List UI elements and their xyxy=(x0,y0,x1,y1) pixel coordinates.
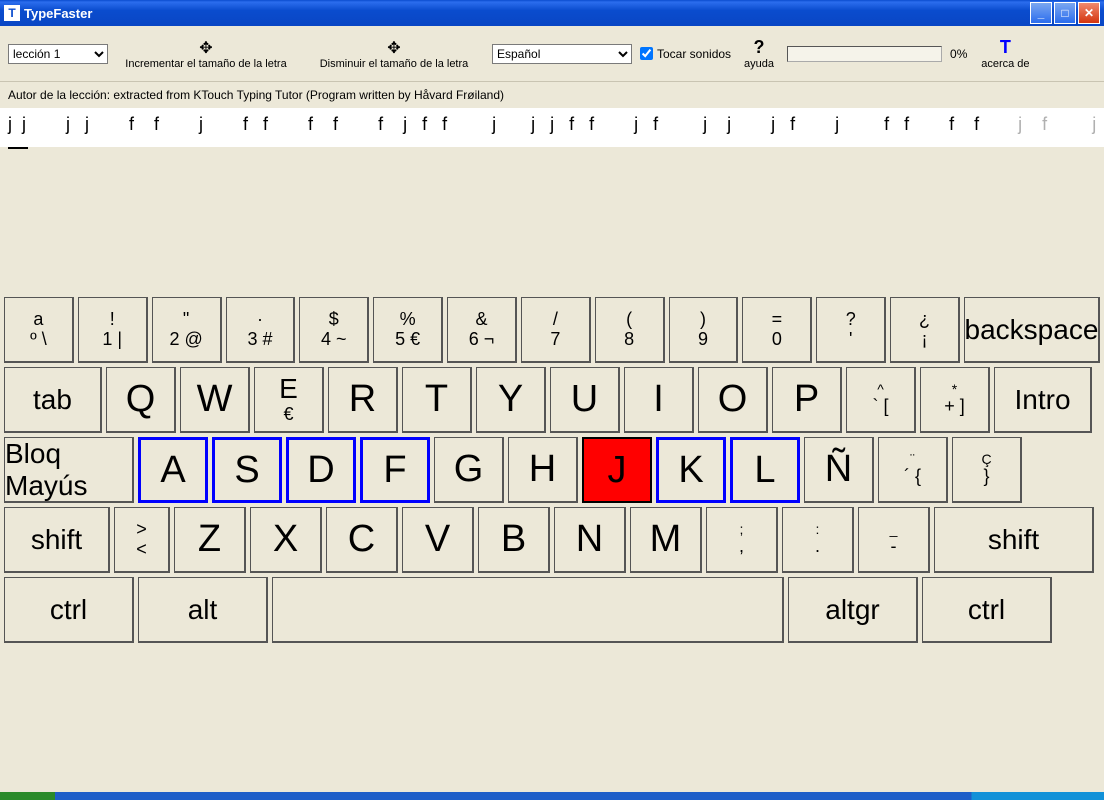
key-M[interactable]: M xyxy=(630,507,702,573)
key-D[interactable]: D xyxy=(286,437,356,503)
play-sounds-input[interactable] xyxy=(640,47,653,60)
key-Y[interactable]: Y xyxy=(476,367,546,433)
key-S[interactable]: S xyxy=(212,437,282,503)
key-num-1[interactable]: !1 | xyxy=(78,297,148,363)
key-shift-right[interactable]: shift xyxy=(934,507,1094,573)
taskbar[interactable] xyxy=(0,792,1104,800)
key-E[interactable]: E€ xyxy=(254,367,324,433)
virtual-keyboard: aº \!1 |"2 @·3 #$4 ~%5 €&6 ¬/7(8)9=0?'¿¡… xyxy=(0,297,1104,643)
key-G[interactable]: G xyxy=(434,437,504,503)
about-button[interactable]: T acerca de xyxy=(975,30,1035,78)
key-num-8[interactable]: (8 xyxy=(595,297,665,363)
progress-bar xyxy=(787,46,942,62)
key-num-4[interactable]: $4 ~ xyxy=(299,297,369,363)
lesson-select[interactable]: lección 1 xyxy=(8,44,108,64)
help-button[interactable]: ? ayuda xyxy=(739,30,779,78)
language-select[interactable]: Español xyxy=(492,44,632,64)
maximize-button[interactable]: □ xyxy=(1054,2,1076,24)
key-R[interactable]: R xyxy=(328,367,398,433)
key-O[interactable]: O xyxy=(698,367,768,433)
key-shift-left[interactable]: shift xyxy=(4,507,110,573)
lesson-author: Autor de la lección: extracted from KTou… xyxy=(0,82,1104,108)
key-num-11[interactable]: ?' xyxy=(816,297,886,363)
key-A[interactable]: A xyxy=(138,437,208,503)
key-H[interactable]: H xyxy=(508,437,578,503)
play-sounds-checkbox[interactable]: Tocar sonidos xyxy=(640,47,731,61)
key-num-12[interactable]: ¿¡ xyxy=(890,297,960,363)
key-enter[interactable]: Intro xyxy=(994,367,1092,433)
key-ctrl-left[interactable]: ctrl xyxy=(4,577,134,643)
key-N[interactable]: N xyxy=(554,507,626,573)
key-B[interactable]: B xyxy=(478,507,550,573)
key-I[interactable]: I xyxy=(624,367,694,433)
key-num-6[interactable]: &6 ¬ xyxy=(447,297,517,363)
key-X[interactable]: X xyxy=(250,507,322,573)
key-capslock[interactable]: Bloq Mayús xyxy=(4,437,134,503)
progress-percent: 0% xyxy=(950,47,967,61)
key-Z[interactable]: Z xyxy=(174,507,246,573)
key-cedilla[interactable]: Ç} xyxy=(952,437,1022,503)
toolbar: lección 1 ✥ Incrementar el tamaño de la … xyxy=(0,26,1104,82)
key-W[interactable]: W xyxy=(180,367,250,433)
key-num-10[interactable]: =0 xyxy=(742,297,812,363)
key-T[interactable]: T xyxy=(402,367,472,433)
titlebar: T TypeFaster _ □ ✕ xyxy=(0,0,1104,26)
decrease-font-button[interactable]: ✥ Disminuir el tamaño de la letra xyxy=(304,30,484,78)
key-F[interactable]: F xyxy=(360,437,430,503)
key-num-3[interactable]: ·3 # xyxy=(226,297,296,363)
key-K[interactable]: K xyxy=(656,437,726,503)
key-J[interactable]: J xyxy=(582,437,652,503)
key-period[interactable]: :. xyxy=(782,507,854,573)
help-icon: ? xyxy=(754,37,765,58)
key-Q[interactable]: Q xyxy=(106,367,176,433)
key-altgr[interactable]: altgr xyxy=(788,577,918,643)
increase-font-button[interactable]: ✥ Incrementar el tamaño de la letra xyxy=(116,30,296,78)
key-angle[interactable]: >< xyxy=(114,507,170,573)
key-accent[interactable]: ¨´ { xyxy=(878,437,948,503)
key-Ñ[interactable]: Ñ xyxy=(804,437,874,503)
key-num-2[interactable]: "2 @ xyxy=(152,297,222,363)
key-space[interactable] xyxy=(272,577,784,643)
key-C[interactable]: C xyxy=(326,507,398,573)
window-title: TypeFaster xyxy=(24,6,92,21)
key-plus[interactable]: *+ ] xyxy=(920,367,990,433)
key-num-0[interactable]: aº \ xyxy=(4,297,74,363)
key-ctrl-right[interactable]: ctrl xyxy=(922,577,1052,643)
practice-remaining: j f j j xyxy=(983,114,1104,135)
key-comma[interactable]: ;, xyxy=(706,507,778,573)
key-num-9[interactable]: )9 xyxy=(669,297,739,363)
expand-icon: ✥ xyxy=(199,38,212,58)
key-backspace[interactable]: backspace xyxy=(964,297,1100,363)
key-alt[interactable]: alt xyxy=(138,577,268,643)
contract-icon: ✥ xyxy=(387,38,400,58)
app-icon: T xyxy=(4,5,20,21)
key-num-5[interactable]: %5 € xyxy=(373,297,443,363)
minimize-button[interactable]: _ xyxy=(1030,2,1052,24)
key-tab[interactable]: tab xyxy=(4,367,102,433)
about-icon: T xyxy=(1000,37,1011,58)
key-dash[interactable]: _- xyxy=(858,507,930,573)
key-P[interactable]: P xyxy=(772,367,842,433)
key-V[interactable]: V xyxy=(402,507,474,573)
key-grave[interactable]: ^` [ xyxy=(846,367,916,433)
key-U[interactable]: U xyxy=(550,367,620,433)
key-num-7[interactable]: /7 xyxy=(521,297,591,363)
key-L[interactable]: L xyxy=(730,437,800,503)
practice-text-area: j j j j f f j f f f f f j f f j j j f f … xyxy=(0,108,1104,147)
practice-text: j j j j f f j f f f f f j f f j j j f f … xyxy=(8,114,979,135)
close-button[interactable]: ✕ xyxy=(1078,2,1100,24)
